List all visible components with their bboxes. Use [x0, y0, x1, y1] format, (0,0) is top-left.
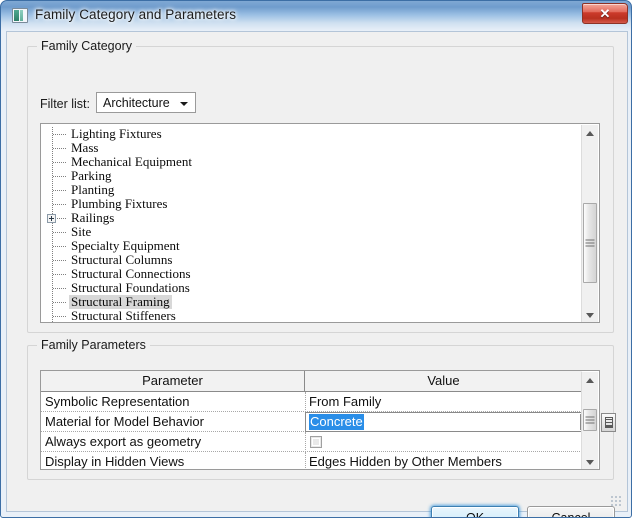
ok-button[interactable]: OK: [431, 506, 519, 518]
tree-item-structural-connections[interactable]: Structural Connections: [41, 267, 581, 281]
column-header-value[interactable]: Value: [305, 371, 582, 391]
chevron-down-icon: [180, 102, 188, 106]
tree-item-railings[interactable]: Railings: [41, 211, 581, 225]
table-scrollbar-grip-icon: [585, 416, 595, 424]
tree-item-lighting-fixtures[interactable]: Lighting Fixtures: [41, 127, 581, 141]
table-scroll-up-icon[interactable]: [582, 372, 598, 388]
tree-item-parking[interactable]: Parking: [41, 169, 581, 183]
resize-grip-icon[interactable]: [611, 496, 623, 508]
tree-item-label: Railings: [71, 210, 115, 225]
ok-button-label: OK: [465, 510, 485, 518]
tree-branch-line: [53, 176, 66, 177]
tree-item-label: Site: [71, 224, 92, 239]
parameter-name-cell: Material for Model Behavior: [45, 414, 204, 429]
tree-item-site[interactable]: Site: [41, 225, 581, 239]
table-header-row: Parameter Value: [41, 371, 582, 392]
family-category-tree-items: Lighting Fixtures Mass Mechanical Equipmen…: [41, 127, 581, 323]
tree-branch-line: [53, 274, 66, 275]
tree-item-label: Mechanical Equipment: [71, 154, 192, 169]
table-vertical-scrollbar[interactable]: [581, 372, 598, 469]
list-browse-icon: [605, 417, 613, 428]
tree-item-label: Structural Foundations: [71, 280, 190, 295]
title-bar: Family Category and Parameters ✕: [1, 1, 631, 31]
value-checkbox[interactable]: [310, 436, 322, 448]
tree-item-plumbing-fixtures[interactable]: Plumbing Fixtures: [41, 197, 581, 211]
tree-branch-line: [53, 190, 66, 191]
parameter-name-cell: Symbolic Representation: [45, 394, 190, 409]
tree-item-planting[interactable]: Planting: [41, 183, 581, 197]
tree-branch-line: [53, 260, 66, 261]
tree-item-label: Structural Framing: [69, 294, 172, 309]
tree-branch-line: [53, 204, 66, 205]
table-row[interactable]: Symbolic Representation From Family: [41, 392, 582, 412]
tree-branch-line: [53, 148, 66, 149]
family-parameters-table[interactable]: Parameter Value Symbolic Representation F…: [40, 370, 600, 470]
tree-branch-line: [53, 162, 66, 163]
tree-item-mechanical-equipment[interactable]: Mechanical Equipment: [41, 155, 581, 169]
tree-item-label: Mass: [71, 140, 99, 155]
column-divider: [305, 452, 306, 469]
expand-plus-icon[interactable]: [47, 214, 56, 223]
tree-item-structural-framing[interactable]: Structural Framing: [41, 295, 581, 309]
tree-item-label: Structural Columns: [71, 252, 173, 267]
dialog-content: Family Category Filter list: Architectur…: [7, 32, 627, 517]
parameter-name-cell: Display in Hidden Views: [45, 454, 185, 469]
tree-item-specialty-equipment[interactable]: Specialty Equipment: [41, 239, 581, 253]
tree-branch-line: [53, 302, 66, 303]
table-row[interactable]: Display in Hidden Views Edges Hidden by O…: [41, 452, 582, 469]
scroll-down-icon[interactable]: [582, 307, 598, 322]
tree-item-label: Plumbing Fixtures: [71, 196, 168, 211]
tree-item-structural-stiffeners[interactable]: Structural Stiffeners: [41, 308, 581, 323]
tree-branch-line: [53, 246, 66, 247]
tree-scrollbar-thumb[interactable]: [583, 203, 597, 283]
scrollbar-grip-icon: [585, 239, 595, 247]
tree-vertical-scrollbar[interactable]: [581, 125, 598, 322]
tree-item-label: Planting: [71, 182, 115, 197]
table-scrollbar-thumb[interactable]: [583, 409, 597, 431]
parameter-name-cell: Always export as geometry: [45, 434, 202, 449]
scroll-up-icon[interactable]: [582, 125, 598, 141]
tree-branch-line: [53, 316, 66, 317]
tree-item-mass[interactable]: Mass: [41, 141, 581, 155]
material-browser-button[interactable]: [601, 413, 616, 432]
value-cell[interactable]: Edges Hidden by Other Members: [309, 452, 502, 469]
tree-branch-line: [53, 288, 66, 289]
filter-list-value: Architecture: [103, 96, 170, 110]
close-button[interactable]: ✕: [582, 3, 628, 24]
active-cell-editor-border: [305, 412, 582, 432]
filter-list-label: Filter list:: [40, 97, 90, 111]
family-category-group-label: Family Category: [37, 39, 136, 53]
cancel-button[interactable]: Cancel: [527, 506, 615, 518]
column-header-parameter[interactable]: Parameter: [41, 371, 305, 391]
tree-item-label: Structural Stiffeners: [71, 308, 176, 323]
column-divider: [305, 392, 306, 412]
tree-item-label: Structural Connections: [71, 266, 191, 281]
window-title: Family Category and Parameters: [35, 7, 237, 22]
table-scroll-down-icon[interactable]: [582, 454, 598, 469]
tree-item-structural-foundations[interactable]: Structural Foundations: [41, 281, 581, 295]
close-icon: ✕: [599, 6, 611, 21]
table-row[interactable]: Always export as geometry: [41, 432, 582, 452]
tree-item-label: Parking: [71, 168, 112, 183]
dialog-window: Family Category and Parameters ✕ Family …: [0, 0, 632, 518]
family-parameters-group-label: Family Parameters: [37, 338, 150, 352]
tree-item-label: Specialty Equipment: [71, 238, 180, 253]
column-divider: [305, 432, 306, 452]
tree-branch-line: [53, 134, 66, 135]
family-category-tree[interactable]: Lighting Fixtures Mass Mechanical Equipmen…: [40, 123, 600, 323]
tree-branch-line: [53, 232, 66, 233]
filter-list-dropdown[interactable]: Architecture: [96, 92, 196, 113]
tree-item-structural-columns[interactable]: Structural Columns: [41, 253, 581, 267]
window-document-icon: [12, 8, 28, 23]
dialog-client-area: Family Category Filter list: Architectur…: [6, 31, 628, 517]
cancel-button-label: Cancel: [551, 510, 591, 518]
tree-item-label: Lighting Fixtures: [71, 126, 162, 141]
value-cell[interactable]: From Family: [309, 392, 381, 412]
